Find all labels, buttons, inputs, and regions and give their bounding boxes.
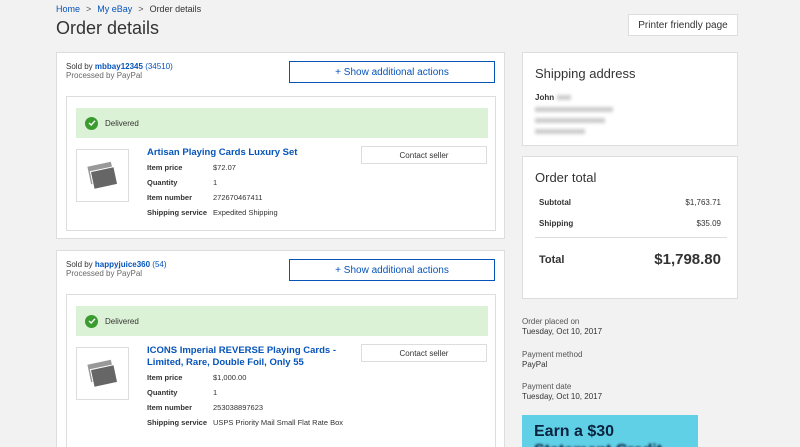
printer-friendly-button[interactable]: Printer friendly page <box>628 14 738 36</box>
payment-method-value: PayPal <box>522 360 548 369</box>
sold-by-prefix: Sold by <box>66 260 93 269</box>
detail-value: 253038897623 <box>213 403 264 412</box>
detail-label: Shipping service <box>147 418 208 427</box>
contact-seller-button[interactable]: Contact seller <box>361 344 487 362</box>
ad-headline: Earn a $30 <box>534 423 615 440</box>
detail-label: Item number <box>147 403 193 412</box>
subtotal-label: Subtotal <box>539 198 571 207</box>
seller-feedback[interactable]: 54 <box>155 260 164 269</box>
order-total-card: Order total Subtotal $1,763.71 Shipping … <box>522 156 738 299</box>
redacted-address-line <box>535 118 605 123</box>
redacted-address-line <box>535 107 613 112</box>
detail-label: Item price <box>147 163 183 172</box>
breadcrumb-separator: > <box>138 4 144 14</box>
detail-value: 1 <box>213 178 218 187</box>
detail-value: 272670467411 <box>213 193 263 202</box>
detail-value: 1 <box>213 388 218 397</box>
detail-label: Quantity <box>147 388 178 397</box>
subtotal-value: $1,763.71 <box>685 198 721 207</box>
order-card: Sold by mbbay12345 (34510) Processed by … <box>56 52 505 239</box>
total-divider <box>535 237 727 238</box>
order-item-panel: Delivered Artisan Playing Cards Luxury S… <box>66 96 496 231</box>
order-total-heading: Order total <box>535 170 597 185</box>
check-circle-icon <box>85 116 98 130</box>
item-thumbnail[interactable] <box>76 149 129 202</box>
item-thumbnail[interactable] <box>76 347 129 400</box>
show-additional-actions-button[interactable]: + Show additional actions <box>289 259 495 281</box>
sold-by-prefix: Sold by <box>66 62 93 71</box>
check-circle-icon <box>85 314 98 328</box>
order-item-panel: Delivered ICONS Imperial REVERSE Playing… <box>66 294 496 447</box>
breadcrumb-home-link[interactable]: Home <box>56 4 80 14</box>
shipping-name: John <box>535 93 572 102</box>
redacted-address-line <box>535 129 585 134</box>
item-title-link[interactable]: ICONS Imperial REVERSE Playing Cards - L… <box>147 345 336 369</box>
order-placed-value: Tuesday, Oct 10, 2017 <box>522 327 603 336</box>
payment-date-label: Payment date <box>522 382 572 391</box>
detail-label: Item number <box>147 193 193 202</box>
item-title-line: ICONS Imperial REVERSE Playing Cards - <box>147 345 336 356</box>
breadcrumb-separator: > <box>86 4 92 14</box>
processed-by: Processed by PayPal <box>66 71 143 80</box>
seller-feedback[interactable]: 34510 <box>148 62 170 71</box>
payment-date-value: Tuesday, Oct 10, 2017 <box>522 392 603 401</box>
shipping-cost-label: Shipping <box>539 219 574 228</box>
seller-link[interactable]: happyjuice360 <box>95 260 150 269</box>
total-value: $1,798.80 <box>654 251 721 268</box>
payment-method-label: Payment method <box>522 350 583 359</box>
seller-line: Sold by mbbay12345 (34510) <box>66 62 173 71</box>
breadcrumb: Home > My eBay > Order details <box>56 4 201 14</box>
detail-value: $72.07 <box>213 163 236 172</box>
page-title: Order details <box>56 18 160 38</box>
detail-value: USPS Priority Mail Small Flat Rate Box <box>213 418 344 427</box>
order-card: Sold by happyjuice360 (54) Processed by … <box>56 250 505 447</box>
ad-subline: Statement Credit <box>534 442 662 447</box>
image-placeholder-icon <box>87 359 119 388</box>
detail-label: Shipping service <box>147 208 208 217</box>
seller-link[interactable]: mbbay12345 <box>95 62 143 71</box>
contact-seller-button[interactable]: Contact seller <box>361 146 487 164</box>
promo-ad-banner[interactable]: Earn a $30 Statement Credit <box>522 415 698 447</box>
delivered-banner: Delivered <box>76 306 488 336</box>
shipping-address-heading: Shipping address <box>535 66 636 81</box>
item-title-line: Limited, Rare, Double Foil, Only 55 <box>147 357 304 368</box>
seller-line: Sold by happyjuice360 (54) <box>66 260 167 269</box>
total-label: Total <box>539 254 565 266</box>
delivery-status: Delivered <box>105 118 139 128</box>
detail-value: Expedited Shipping <box>213 208 278 217</box>
detail-label: Quantity <box>147 178 178 187</box>
breadcrumb-my-ebay-link[interactable]: My eBay <box>97 4 132 14</box>
detail-label: Item price <box>147 373 183 382</box>
order-placed-label: Order placed on <box>522 317 580 326</box>
show-additional-actions-button[interactable]: + Show additional actions <box>289 61 495 83</box>
image-placeholder-icon <box>87 161 119 190</box>
delivery-status: Delivered <box>105 316 139 326</box>
item-title-link[interactable]: Artisan Playing Cards Luxury Set <box>147 147 297 159</box>
processed-by: Processed by PayPal <box>66 269 143 278</box>
shipping-address-card: Shipping address John <box>522 52 738 146</box>
delivered-banner: Delivered <box>76 108 488 138</box>
detail-value: $1,000.00 <box>213 373 247 382</box>
shipping-cost-value: $35.09 <box>696 219 721 228</box>
breadcrumb-current: Order details <box>149 4 202 14</box>
